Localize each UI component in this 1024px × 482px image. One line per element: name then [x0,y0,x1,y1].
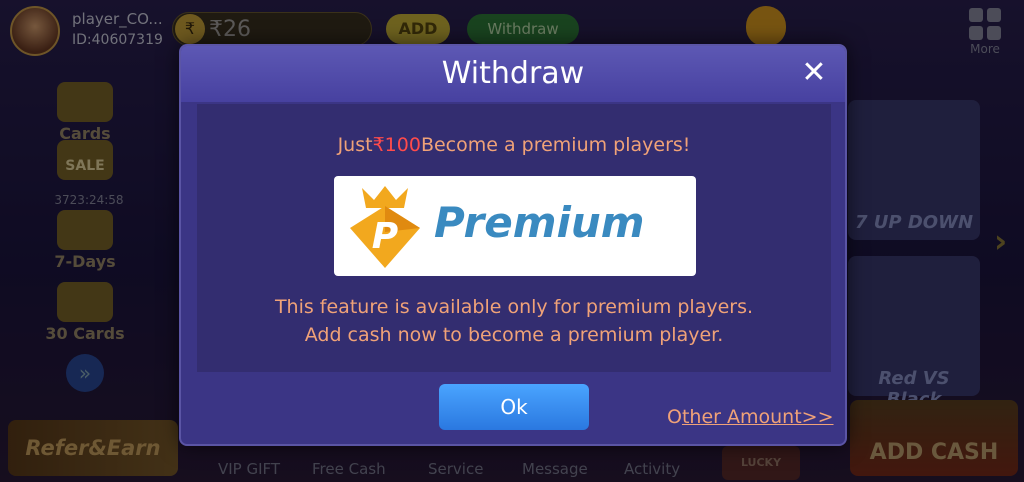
logo-badge-letter: P [372,216,398,257]
promo-price: ₹100 [372,134,421,156]
feature-desc-line2: Add cash now to become a premium player. [304,324,724,346]
other-amount-link[interactable]: Other Amount>> [667,406,834,428]
promo-text: Just₹100Become a premium players! [197,134,831,156]
withdraw-dialog: Withdraw ✕ Just₹100Become a premium play… [179,44,847,446]
promo-prefix: Just [337,134,373,156]
premium-crown-icon: P [350,186,420,268]
other-amount-prefix: O [667,406,682,428]
feature-desc-line1: This feature is available only for premi… [274,296,754,318]
close-icon[interactable]: ✕ [797,56,831,90]
premium-logo: P Premium [334,176,696,276]
ok-button[interactable]: Ok [439,384,589,430]
premium-logo-text: Premium [434,198,645,247]
dialog-body: Just₹100Become a premium players! P Prem… [197,104,831,372]
other-amount-label: ther Amount>> [681,406,834,428]
promo-suffix: Become a premium players! [420,134,691,156]
dialog-title: Withdraw [181,46,845,102]
